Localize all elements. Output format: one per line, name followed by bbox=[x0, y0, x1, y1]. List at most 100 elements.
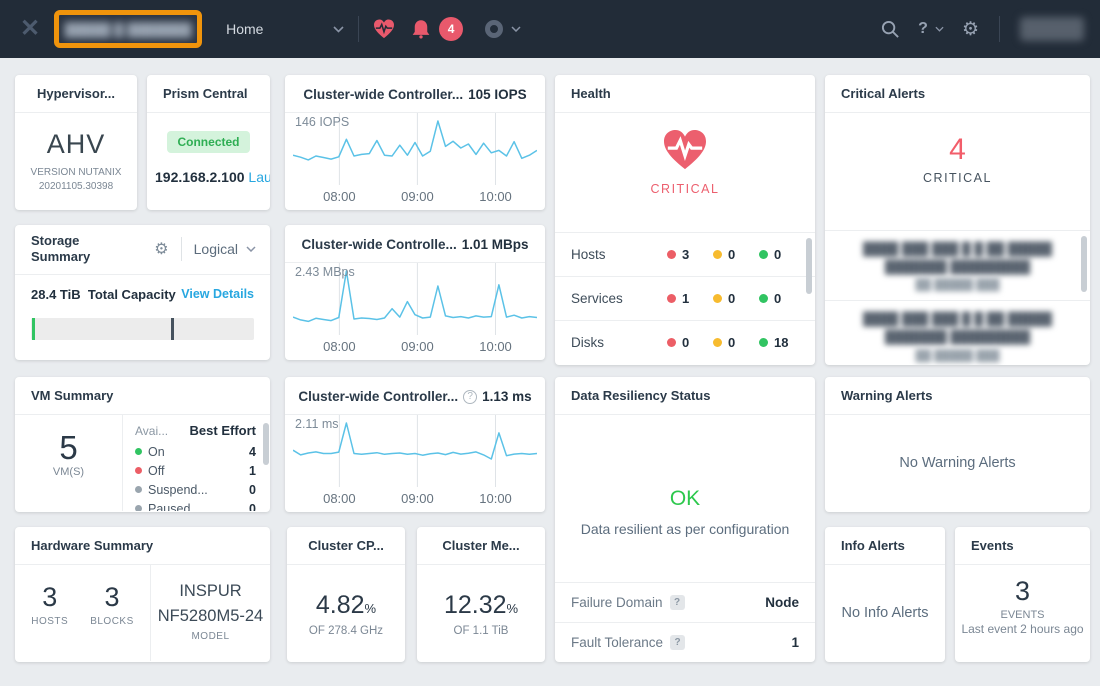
alert-list-item[interactable]: ████ ███ ███ █ █ ██ █████ ███████ ██████… bbox=[825, 230, 1090, 300]
vm-availability-column: Avai... bbox=[135, 424, 169, 438]
warning-dot bbox=[713, 338, 722, 347]
card-title: Events bbox=[955, 527, 1090, 565]
divider bbox=[358, 16, 360, 42]
prism-central-ip: 192.168.2.100 bbox=[155, 169, 245, 185]
cluster-name-redacted: █████ █ ███████ bbox=[64, 21, 192, 37]
divider bbox=[180, 237, 182, 262]
page-selector-dropdown[interactable]: Home bbox=[226, 21, 344, 37]
cluster-name-dropdown[interactable]: █████ █ ███████ bbox=[54, 10, 203, 48]
critical-alerts-card: Critical Alerts 4 CRITICAL ████ ███ ███ … bbox=[825, 75, 1090, 365]
critical-alert-count: 4 bbox=[949, 133, 966, 166]
chart-y-max-label: 2.11 ms bbox=[295, 417, 339, 431]
healthy-dot bbox=[759, 250, 768, 259]
tasks-ring-icon bbox=[485, 20, 504, 38]
chart-y-max-label: 2.43 MBps bbox=[295, 265, 355, 279]
settings-gear-icon[interactable]: ⚙ bbox=[962, 20, 979, 39]
critical-dot bbox=[667, 338, 676, 347]
cpu-capacity-label: OF 278.4 GHz bbox=[308, 625, 384, 637]
alert-list-item[interactable]: ████ ███ ███ █ █ ██ █████ ███████ ██████… bbox=[825, 300, 1090, 365]
off-dot bbox=[135, 467, 142, 474]
vm-count-label: VM(S) bbox=[52, 465, 85, 478]
widget-settings-gear-icon[interactable]: ⚙ bbox=[154, 239, 168, 259]
alerts-bell-icon[interactable] bbox=[411, 19, 431, 39]
health-row-disks[interactable]: Disks 0 0 18 bbox=[555, 320, 815, 364]
warning-alerts-card: Warning Alerts No Warning Alerts bbox=[825, 377, 1090, 512]
percent-unit: % bbox=[506, 601, 519, 616]
chart-y-max-label: 146 IOPS bbox=[295, 115, 350, 129]
suspended-dot bbox=[135, 486, 142, 493]
search-icon[interactable] bbox=[881, 20, 900, 39]
help-tooltip-icon[interactable]: ? bbox=[669, 595, 685, 610]
vm-best-effort-column: Best Effort bbox=[189, 423, 256, 438]
chevron-down-icon bbox=[333, 25, 344, 33]
card-title: VM Summary bbox=[15, 377, 270, 415]
model-label: MODEL bbox=[191, 630, 230, 642]
card-title: Critical Alerts bbox=[825, 75, 1090, 113]
hosts-count: 3 bbox=[42, 582, 58, 612]
page-selector-label: Home bbox=[226, 21, 264, 37]
total-capacity-label: Total Capacity bbox=[87, 286, 176, 302]
threshold-marker bbox=[171, 317, 175, 340]
warning-dot bbox=[713, 250, 722, 259]
card-title: Info Alerts bbox=[825, 527, 945, 565]
chevron-down-icon bbox=[246, 246, 256, 253]
total-capacity-value: 28.4 TiB bbox=[31, 286, 81, 302]
scrollbar-thumb[interactable] bbox=[1081, 236, 1087, 292]
blocks-label: BLOCKS bbox=[90, 615, 134, 627]
vm-state-row[interactable]: On 4 bbox=[135, 442, 256, 461]
alert-text-redacted: ████ ███ ███ █ █ ██ █████ ███████ ██████… bbox=[862, 312, 1053, 345]
storage-summary-card: Storage Summary ⚙ Logical 28.4 TiB Total… bbox=[15, 225, 270, 360]
storage-usage-bar bbox=[31, 317, 254, 340]
health-heart-icon[interactable] bbox=[373, 19, 395, 39]
scrollbar-thumb[interactable] bbox=[263, 423, 269, 465]
cpu-usage-value: 4.82 bbox=[315, 591, 365, 619]
launch-link[interactable]: Laun bbox=[248, 169, 270, 185]
hypervisor-value: AHV bbox=[46, 129, 106, 159]
events-count-label: EVENTS bbox=[1000, 608, 1045, 621]
controller-io-bandwidth-chart-card: Cluster-wide Controlle... 1.01 MBps 2.43… bbox=[285, 225, 545, 360]
used-storage-marker bbox=[32, 317, 35, 340]
resiliency-status: OK bbox=[669, 487, 701, 510]
healthy-dot bbox=[759, 338, 768, 347]
view-details-link[interactable]: View Details bbox=[181, 287, 254, 302]
vm-state-row[interactable]: Suspend... 0 bbox=[135, 480, 256, 499]
critical-dot bbox=[667, 250, 676, 259]
card-title: Cluster CP... bbox=[287, 527, 405, 565]
connected-status-badge: Connected bbox=[167, 131, 250, 153]
vm-summary-card: VM Summary 5 VM(S) Avai... Best Effort O… bbox=[15, 377, 270, 512]
x-tick: 08:00 bbox=[323, 491, 356, 506]
critical-dot bbox=[667, 294, 676, 303]
critical-alert-count-label: CRITICAL bbox=[923, 171, 992, 185]
hardware-summary-card: Hardware Summary 3 HOSTS 3 BLOCKS INSPUR… bbox=[15, 527, 270, 662]
user-menu-redacted[interactable] bbox=[1020, 17, 1084, 41]
prism-central-card: Prism Central Connected 192.168.2.100 La… bbox=[147, 75, 270, 210]
vm-state-row[interactable]: Off 1 bbox=[135, 461, 256, 480]
tasks-dropdown[interactable] bbox=[485, 20, 521, 38]
card-title: Cluster Me... bbox=[417, 527, 545, 565]
vm-count: 5 bbox=[59, 429, 78, 466]
hypervisor-summary-card: Hypervisor... AHV VERSION NUTANIX 202011… bbox=[15, 75, 137, 210]
help-tooltip-icon[interactable]: ? bbox=[670, 635, 686, 650]
vm-state-row[interactable]: Paused 0 bbox=[135, 499, 256, 511]
health-row-hosts[interactable]: Hosts 3 0 0 bbox=[555, 232, 815, 276]
healthy-dot bbox=[759, 294, 768, 303]
chart-title: Cluster-wide Controlle... bbox=[301, 237, 457, 252]
health-row-services[interactable]: Services 1 0 0 bbox=[555, 276, 815, 320]
x-tick: 10:00 bbox=[479, 339, 512, 354]
nutanix-logo: ✕ bbox=[20, 15, 41, 42]
warning-dot bbox=[713, 294, 722, 303]
x-tick: 08:00 bbox=[323, 189, 356, 204]
controller-latency-chart-card: Cluster-wide Controller... ? 1.13 ms 2.1… bbox=[285, 377, 545, 512]
chart-title: Cluster-wide Controller... bbox=[303, 87, 464, 102]
controller-iops-chart-card: Cluster-wide Controller... 105 IOPS 146 … bbox=[285, 75, 545, 210]
scrollbar-thumb[interactable] bbox=[806, 238, 812, 294]
alert-count-badge[interactable]: 4 bbox=[439, 17, 464, 41]
help-menu[interactable]: ? bbox=[918, 20, 944, 38]
storage-mode-dropdown[interactable]: Logical bbox=[194, 241, 256, 257]
on-dot bbox=[135, 448, 142, 455]
failure-domain-value: Node bbox=[765, 595, 799, 610]
health-heart-icon bbox=[664, 129, 706, 170]
card-title: Prism Central bbox=[147, 75, 270, 113]
data-resiliency-card: Data Resiliency Status OK Data resilient… bbox=[555, 377, 815, 662]
help-tooltip-icon[interactable]: ? bbox=[463, 389, 478, 404]
